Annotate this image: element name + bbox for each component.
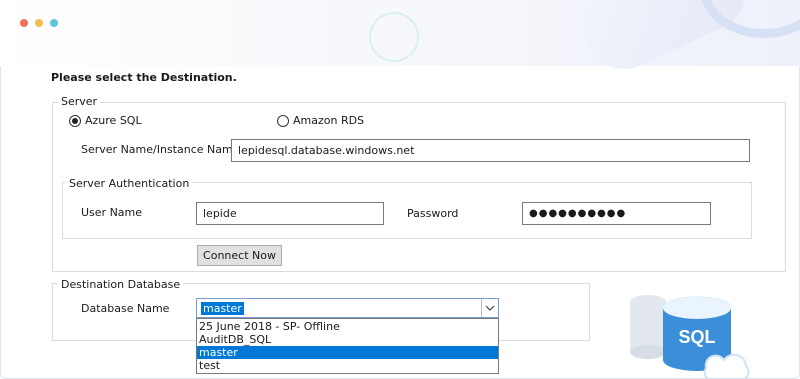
window-dot-red[interactable] [20,19,28,27]
page-heading: Please select the Destination. [51,71,237,84]
instance-name-input[interactable]: lepidesql.database.windows.net [231,139,750,162]
window-dot-blue[interactable] [50,19,58,27]
server-group-legend: Server [58,95,101,108]
amazon-rds-label[interactable]: Amazon RDS [293,114,364,127]
sql-illustration-text: SQL [678,327,715,347]
password-label: Password [407,207,459,220]
password-input[interactable]: ●●●●●●●●●● [522,202,711,225]
amazon-rds-radio[interactable] [277,115,289,127]
database-name-selected-value: master [201,301,244,315]
user-name-input[interactable]: lepide [196,202,384,225]
banner-arc-decoration [700,0,800,38]
database-name-label: Database Name [81,302,170,315]
instance-name-label: Server Name/Instance Name [81,143,240,156]
dropdown-option[interactable]: 25 June 2018 - SP- Offline [197,320,498,333]
connect-now-button[interactable]: Connect Now [197,245,282,266]
dropdown-option-selected[interactable]: master [197,346,498,359]
header-banner [0,0,800,83]
server-auth-legend: Server Authentication [66,177,193,190]
azure-sql-radio[interactable] [69,115,81,127]
banner-ring-decoration [369,12,419,62]
chevron-down-icon[interactable] [481,299,498,317]
database-dropdown-list: 25 June 2018 - SP- Offline AuditDB_SQL m… [196,318,499,374]
user-name-label: User Name [81,206,143,219]
window-dot-yellow[interactable] [35,19,43,27]
dropdown-option[interactable]: test [197,359,498,372]
destination-legend: Destination Database [58,278,184,291]
database-name-select[interactable]: master [196,298,499,318]
dropdown-option[interactable]: AuditDB_SQL [197,333,498,346]
azure-sql-label[interactable]: Azure SQL [85,114,142,127]
sql-database-illustration: SQL [630,295,750,379]
